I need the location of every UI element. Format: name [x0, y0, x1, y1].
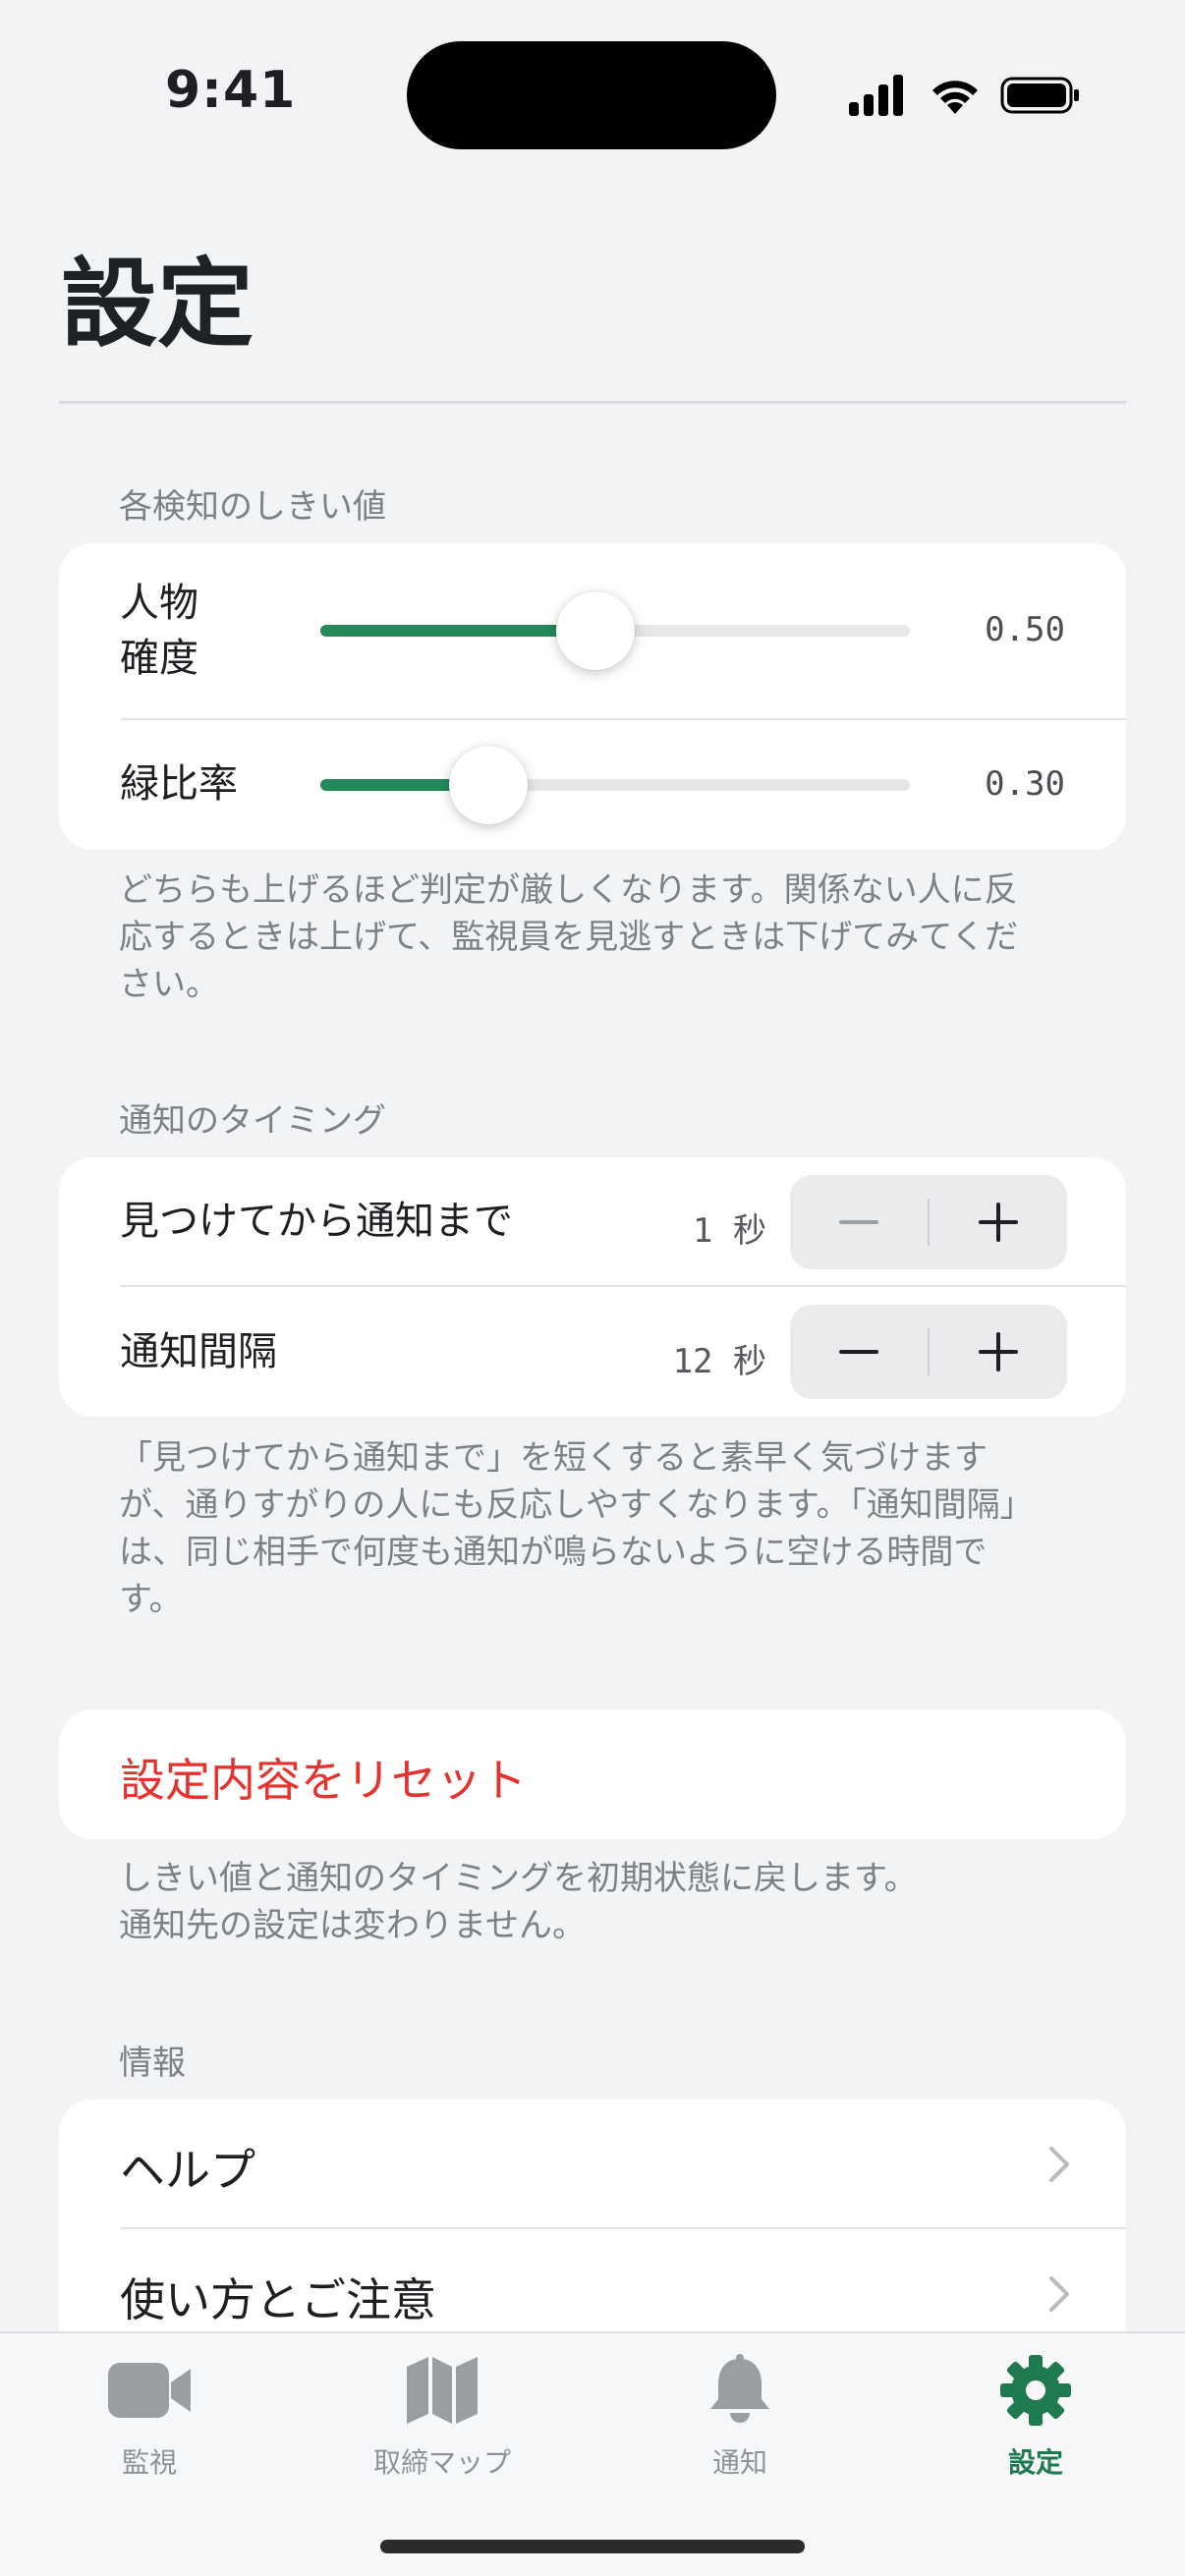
bell-icon: [710, 2354, 769, 2423]
threshold-label: 人物 確度: [120, 581, 198, 681]
reset-button[interactable]: 設定内容をリセット: [59, 1709, 1126, 1839]
minus-icon: [839, 1220, 878, 1224]
timing-footer: 「見つけてから通知まで」を短くすると素早く気づけますが、通りすがりの人にも反応し…: [119, 1438, 1034, 1619]
increment-button[interactable]: [930, 1175, 1067, 1269]
decrement-button[interactable]: [790, 1305, 928, 1399]
timing-row-delay: 見つけてから通知まで 1 秒: [59, 1157, 1126, 1285]
threshold-row-green: 緑比率 0.30: [59, 720, 1126, 850]
reset-label: 設定内容をリセット: [120, 1754, 527, 1807]
interval-stepper[interactable]: [790, 1305, 1067, 1399]
timing-row-interval: 通知間隔 12 秒: [59, 1287, 1126, 1417]
slider-thumb[interactable]: [556, 591, 635, 670]
cellular-signal-icon: [849, 75, 903, 116]
home-indicator: [380, 2540, 805, 2553]
delay-value: 1 秒: [693, 1211, 766, 1251]
interval-value: 12 秒: [672, 1342, 766, 1381]
wifi-icon: [932, 81, 978, 114]
thresholds-footer: どちらも上げるほど判定が厳しくなります。関係ない人に反応するときは上げて、監視員…: [119, 870, 1019, 1004]
map-icon: [407, 2357, 478, 2424]
tab-notifications[interactable]: 通知: [622, 2333, 858, 2500]
info-section-header: 情報: [119, 2044, 186, 2083]
tab-monitor[interactable]: 監視: [31, 2333, 267, 2500]
threshold-row-person: 人物 確度 0.50: [59, 543, 1126, 718]
tab-label: 設定: [1007, 2446, 1063, 2479]
green-ratio-slider[interactable]: [320, 746, 910, 824]
gear-icon: [1000, 2355, 1071, 2426]
reset-footer: しきい値と通知のタイミングを初期状態に戻します。 通知先の設定は変わりません。: [119, 1859, 918, 1945]
thresholds-section-header: 各検知のしきい値: [119, 487, 386, 527]
status-bar: 9:41: [0, 0, 1185, 187]
timing-label: 通知間隔: [120, 1329, 277, 1374]
info-label: ヘルプ: [120, 2144, 255, 2197]
plus-icon: [979, 1203, 1018, 1242]
tab-label: 監視: [121, 2446, 177, 2479]
info-label: 使い方とご注意: [120, 2273, 436, 2326]
person-confidence-slider[interactable]: [320, 591, 910, 670]
increment-button[interactable]: [930, 1305, 1067, 1399]
plus-icon: [979, 1332, 1018, 1372]
tab-settings[interactable]: 設定: [918, 2333, 1154, 2500]
video-camera-icon: [108, 2363, 191, 2418]
tab-label: 取締マップ: [372, 2446, 511, 2479]
timing-label: 見つけてから通知まで: [120, 1199, 513, 1244]
decrement-button[interactable]: [790, 1175, 928, 1269]
battery-icon: [1000, 77, 1079, 114]
page-title: 設定: [61, 249, 254, 361]
info-card: ヘルプ 使い方とご注意: [59, 2100, 1126, 2331]
tab-enforcement-map[interactable]: 取締マップ: [324, 2333, 560, 2500]
timing-section-header: 通知のタイミング: [119, 1101, 386, 1141]
dynamic-island: [407, 41, 776, 149]
delay-stepper[interactable]: [790, 1175, 1067, 1269]
status-time: 9:41: [165, 61, 297, 120]
info-row-help[interactable]: ヘルプ: [59, 2100, 1126, 2227]
timing-card: 見つけてから通知まで 1 秒 通知間隔 12 秒: [59, 1157, 1126, 1417]
info-row-usage[interactable]: 使い方とご注意: [59, 2229, 1126, 2331]
minus-icon: [839, 1350, 878, 1354]
chevron-right-icon: [1049, 2147, 1069, 2182]
tab-label: 通知: [711, 2446, 767, 2479]
thresholds-card: 人物 確度 0.50 緑比率 0.30: [59, 543, 1126, 850]
threshold-label: 緑比率: [120, 761, 238, 807]
chevron-right-icon: [1049, 2276, 1069, 2312]
settings-screen: 9:41 設定 各検知のしきい値 人物 確度 0.50 緑比率 0.30 どちら…: [0, 0, 1185, 2576]
slider-value: 0.30: [985, 764, 1065, 804]
slider-thumb[interactable]: [449, 746, 529, 824]
slider-value: 0.50: [985, 610, 1065, 649]
title-divider: [59, 401, 1126, 404]
slider-fill: [320, 625, 595, 637]
